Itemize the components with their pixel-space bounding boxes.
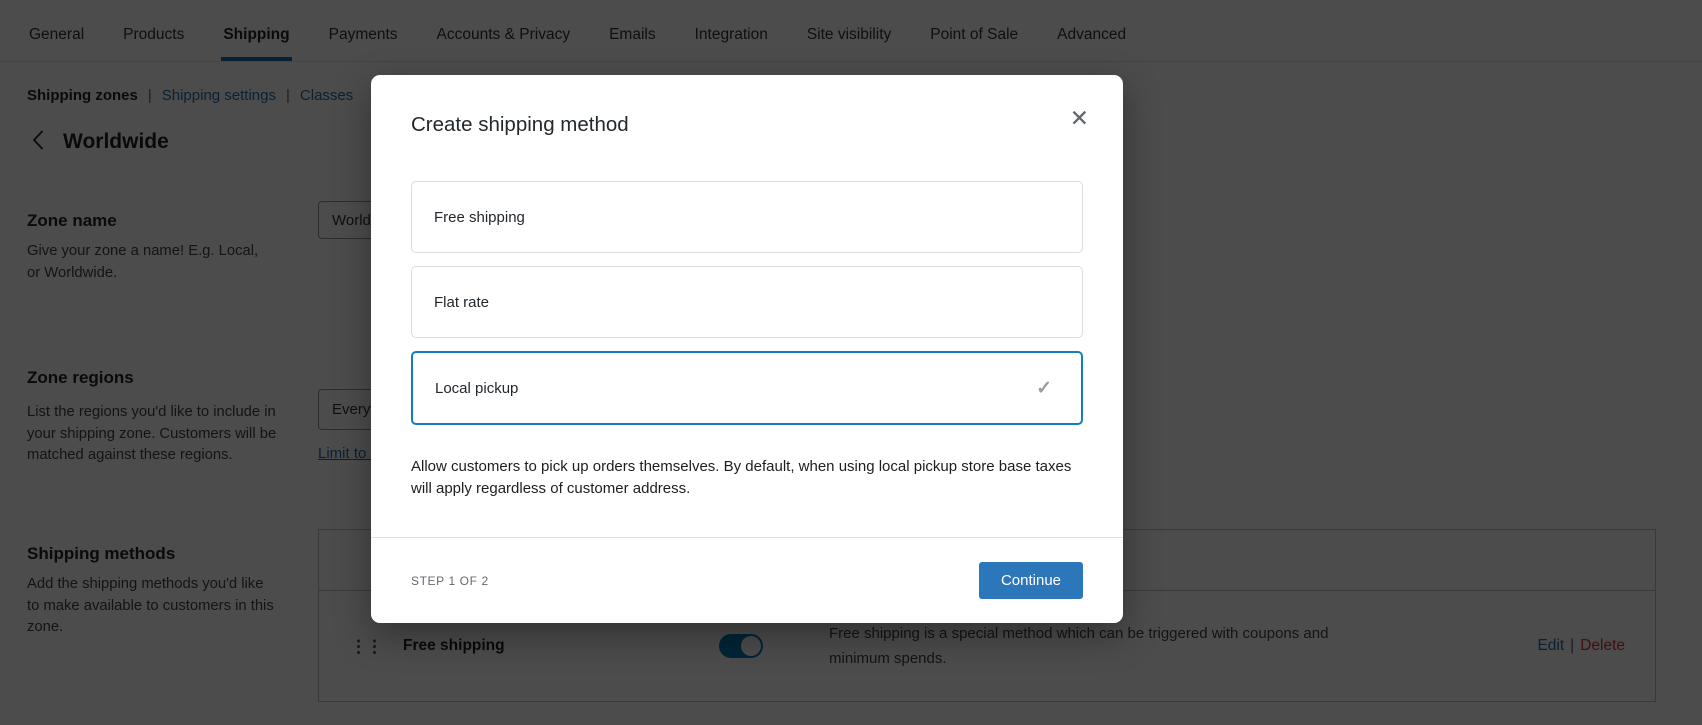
continue-button[interactable]: Continue: [978, 562, 1083, 599]
modal-title: Create shipping method: [411, 113, 629, 136]
close-icon[interactable]: ✕: [1066, 103, 1093, 134]
option-free-shipping[interactable]: Free shipping: [411, 181, 1083, 253]
option-label: Free shipping: [434, 208, 525, 226]
option-label: Local pickup: [435, 379, 519, 397]
option-label: Flat rate: [434, 293, 490, 311]
selected-option-description: Allow customers to pick up orders themse…: [411, 458, 1072, 497]
option-flat-rate[interactable]: Flat rate: [411, 266, 1083, 338]
check-icon: ✓: [1036, 377, 1052, 399]
option-local-pickup[interactable]: Local pickup ✓: [411, 351, 1083, 425]
step-indicator: STEP 1 OF 2: [411, 573, 489, 588]
method-options: Free shipping Flat rate Local pickup ✓: [371, 181, 1123, 438]
create-shipping-method-modal: Create shipping method ✕ Free shipping F…: [371, 75, 1123, 623]
